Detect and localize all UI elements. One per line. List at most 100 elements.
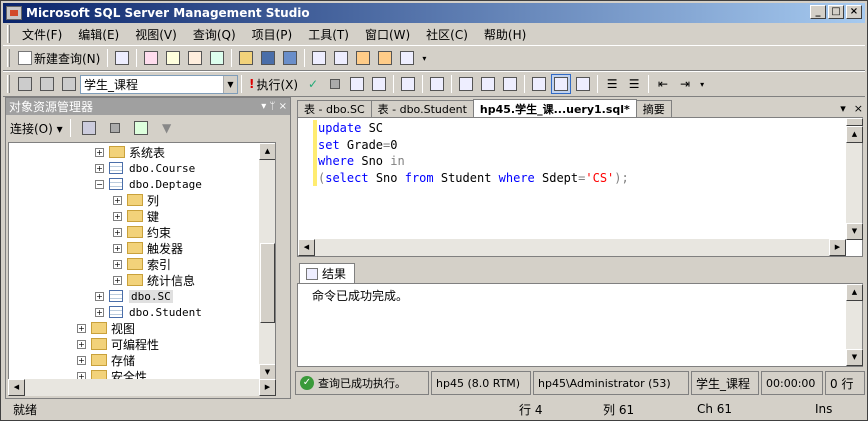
filter-icon[interactable]: ▼ <box>157 118 177 138</box>
code-line[interactable]: where Sno in <box>318 153 629 170</box>
expand-icon[interactable]: + <box>113 243 122 253</box>
comment-icon[interactable]: ☰ <box>602 74 622 94</box>
expand-icon[interactable]: + <box>95 291 104 301</box>
tab-dbo-sc[interactable]: 表 - dbo.SC <box>297 100 372 117</box>
sql-editor[interactable]: update SC set Grade=0 where Sno in (select … <box>297 117 863 257</box>
editor-horizontal-scrollbar[interactable]: ◀ ▶ <box>298 239 846 256</box>
uncomment-icon[interactable]: ☰ <box>624 74 644 94</box>
expand-icon[interactable]: + <box>77 355 86 365</box>
increase-indent-icon[interactable]: ⇥ <box>675 74 695 94</box>
sql-code[interactable]: update SC set Grade=0 where Sno in (select … <box>318 120 629 186</box>
results-vertical-scrollbar[interactable]: ▲ ▼ <box>845 284 863 366</box>
tab-list-icon[interactable]: ▾ <box>840 102 846 115</box>
new-file-icon[interactable] <box>112 48 132 68</box>
results-grid-icon[interactable] <box>529 74 549 94</box>
toolbox-icon[interactable] <box>397 48 417 68</box>
chevron-down-icon[interactable]: ▼ <box>223 75 237 93</box>
xmla-query-icon[interactable] <box>207 48 227 68</box>
toolbar-overflow-icon[interactable]: ▾ <box>419 48 429 68</box>
code-line[interactable]: set Grade=0 <box>318 137 629 154</box>
pane-dropdown-icon[interactable]: ▾ <box>261 101 266 112</box>
tree-node[interactable]: + 系统表 <box>95 144 165 160</box>
menu-help[interactable]: 帮助(H) <box>476 26 534 43</box>
tree-node[interactable]: + 统计信息 <box>113 272 195 288</box>
display-plan-icon[interactable] <box>347 74 367 94</box>
refresh-icon[interactable] <box>131 118 151 138</box>
client-stats-icon[interactable] <box>478 74 498 94</box>
tree-node[interactable]: + dbo.SC <box>95 288 173 304</box>
tab-close-icon[interactable]: × <box>854 102 863 115</box>
specify-values-icon[interactable] <box>398 74 418 94</box>
tab-query[interactable]: hp45.学生_课...uery1.sql* <box>472 99 637 117</box>
change-connection-icon[interactable] <box>59 74 79 94</box>
editor-scroll-down[interactable]: ▼ <box>846 223 863 240</box>
connect-icon[interactable] <box>15 74 35 94</box>
tree-node[interactable]: + 存储 <box>77 352 135 368</box>
results-scroll-down[interactable]: ▼ <box>846 349 863 366</box>
collapse-icon[interactable]: − <box>95 179 104 189</box>
results-to-file-icon[interactable] <box>573 74 593 94</box>
db-engine-query-icon[interactable] <box>141 48 161 68</box>
tree-node[interactable]: + 可编程性 <box>77 336 159 352</box>
save-all-icon[interactable] <box>280 48 300 68</box>
editor-scroll-up[interactable]: ▲ <box>846 126 863 143</box>
tab-results[interactable]: 结果 <box>299 263 355 283</box>
tree-node[interactable]: + dbo.Course <box>95 160 195 176</box>
menu-project[interactable]: 项目(P) <box>244 26 301 43</box>
menu-tools[interactable]: 工具(T) <box>300 26 357 43</box>
connect-dropdown[interactable]: 连接(O) ▾ <box>10 120 63 137</box>
stop-icon[interactable] <box>105 118 125 138</box>
tree-vertical-scrollbar[interactable]: ▲ ▼ <box>258 143 275 381</box>
query-designer-icon[interactable] <box>369 74 389 94</box>
analysis-query-icon[interactable] <box>163 48 183 68</box>
results-text-icon[interactable] <box>500 74 520 94</box>
expand-icon[interactable]: + <box>113 227 122 237</box>
expand-icon[interactable]: + <box>113 259 122 269</box>
tree-node[interactable]: + 触发器 <box>113 240 183 256</box>
tree-node[interactable]: + 索引 <box>113 256 171 272</box>
expand-icon[interactable]: + <box>95 307 104 317</box>
expand-icon[interactable]: + <box>113 275 122 285</box>
scroll-thumb[interactable] <box>260 243 275 323</box>
menu-view[interactable]: 视图(V) <box>127 26 185 43</box>
menu-file[interactable]: 文件(F) <box>14 26 70 43</box>
editor-vertical-scrollbar[interactable]: ▲ ▼ <box>845 118 863 240</box>
expand-icon[interactable]: + <box>113 211 122 221</box>
maximize-button[interactable]: □ <box>828 5 844 19</box>
menu-grip[interactable] <box>7 25 10 43</box>
expand-icon[interactable]: + <box>77 323 86 333</box>
pin-icon[interactable]: ᛘ <box>269 101 275 112</box>
tree-node[interactable]: − dbo.Deptage <box>95 176 202 192</box>
menu-edit[interactable]: 编辑(E) <box>70 26 127 43</box>
tree-node[interactable]: + 约束 <box>113 224 171 240</box>
template-explorer-icon[interactable] <box>353 48 373 68</box>
scroll-left-arrow[interactable]: ◀ <box>8 379 25 396</box>
open-file-icon[interactable] <box>236 48 256 68</box>
tree-node[interactable]: + 键 <box>113 208 159 224</box>
object-explorer-icon[interactable] <box>331 48 351 68</box>
database-select[interactable]: 学生_课程 ▼ <box>80 74 238 94</box>
menu-query[interactable]: 查询(Q) <box>185 26 244 43</box>
minimize-button[interactable]: _ <box>810 5 826 19</box>
code-line[interactable]: (select Sno from Student where Sdept='CS… <box>318 170 629 187</box>
editor-split-handle[interactable] <box>846 118 863 126</box>
intellisense-icon[interactable] <box>427 74 447 94</box>
expand-icon[interactable]: + <box>113 195 122 205</box>
expand-icon[interactable]: + <box>95 147 104 157</box>
tree-node[interactable]: + dbo.Student <box>95 304 202 320</box>
include-plan-icon[interactable] <box>456 74 476 94</box>
editor-scroll-left[interactable]: ◀ <box>298 239 315 256</box>
disconnect-server-icon[interactable] <box>79 118 99 138</box>
new-query-button[interactable]: 新建查询(N) <box>14 50 104 67</box>
tree-horizontal-scrollbar[interactable]: ◀ ▶ <box>8 379 276 396</box>
tree-node[interactable]: + 视图 <box>77 320 135 336</box>
decrease-indent-icon[interactable]: ⇤ <box>653 74 673 94</box>
results-file-icon[interactable] <box>551 74 572 94</box>
tab-dbo-student[interactable]: 表 - dbo.Student <box>370 100 474 117</box>
toolbar2-overflow-icon[interactable]: ▾ <box>697 74 707 94</box>
properties-icon[interactable] <box>375 48 395 68</box>
pane-close-icon[interactable]: × <box>279 101 287 112</box>
cancel-query-icon[interactable] <box>325 74 345 94</box>
registered-servers-icon[interactable] <box>309 48 329 68</box>
menu-community[interactable]: 社区(C) <box>418 26 476 43</box>
